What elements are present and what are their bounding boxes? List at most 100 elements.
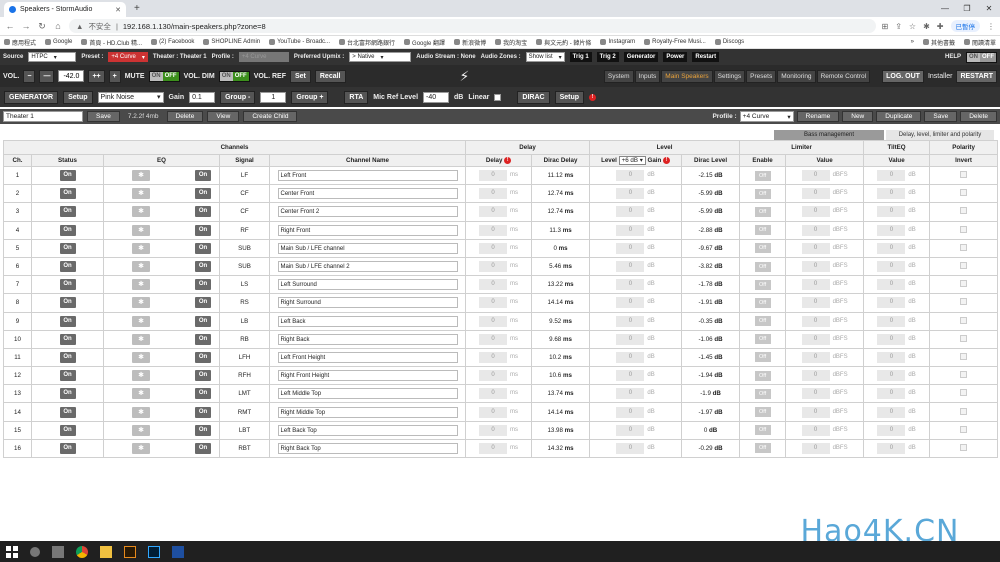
trig1-button[interactable]: Trig 1: [569, 52, 592, 62]
status-on-button[interactable]: On: [59, 406, 76, 418]
mute-toggle[interactable]: ON OFF: [148, 70, 180, 82]
info-icon[interactable]: !: [663, 156, 671, 164]
restart-button[interactable]: RESTART: [956, 69, 997, 83]
dirac-setup-button[interactable]: Setup: [554, 90, 585, 104]
status-on-button[interactable]: On: [59, 170, 76, 182]
bookmark-item[interactable]: 新浪微博: [454, 38, 486, 47]
trig2-button[interactable]: Trig 2: [596, 52, 619, 62]
eq-gear-icon[interactable]: ✱: [132, 206, 150, 218]
limiter-value-input[interactable]: 0: [801, 406, 830, 418]
tilteq-value-input[interactable]: 0: [877, 315, 906, 327]
eq-on-button[interactable]: On: [195, 224, 211, 236]
generator-setup-button[interactable]: Setup: [63, 90, 93, 104]
invert-checkbox[interactable]: [960, 371, 968, 379]
dirac-button[interactable]: DIRAC: [517, 90, 550, 104]
eq-gear-icon[interactable]: ✱: [132, 242, 150, 254]
channel-name-input[interactable]: Left Middle Top: [277, 388, 458, 400]
eq-gear-icon[interactable]: ✱: [132, 388, 150, 400]
eq-gear-icon[interactable]: ✱: [132, 406, 150, 418]
limiter-off-button[interactable]: Off: [754, 370, 771, 381]
eq-gear-icon[interactable]: ✱: [132, 224, 150, 236]
channel-name-input[interactable]: Center Front 2: [277, 206, 458, 218]
group-plus-button[interactable]: Group +: [291, 90, 329, 104]
bookmark-item[interactable]: Discogs: [714, 39, 744, 45]
limiter-value-input[interactable]: 0: [801, 388, 830, 400]
tilteq-value-input[interactable]: 0: [877, 333, 906, 345]
limiter-value-input[interactable]: 0: [801, 242, 830, 254]
reading-list[interactable]: 閱讀清單: [963, 38, 996, 47]
nav-inputs[interactable]: Inputs: [634, 69, 661, 83]
vol-ref-set-button[interactable]: Set: [289, 69, 311, 83]
level-input[interactable]: 0: [616, 261, 645, 273]
delay-input[interactable]: 0: [479, 206, 508, 218]
minimize-icon[interactable]: —: [934, 0, 956, 17]
search-icon[interactable]: [30, 546, 40, 557]
bookmark-item[interactable]: Google 翻譯: [404, 38, 445, 47]
forward-icon[interactable]: →: [21, 21, 31, 31]
level-input[interactable]: 0: [616, 206, 645, 218]
level-input[interactable]: 0: [616, 406, 645, 418]
level-input[interactable]: 0: [616, 442, 645, 454]
eq-on-button[interactable]: On: [195, 261, 211, 273]
mic-ref-input[interactable]: -40: [423, 91, 450, 103]
power-button[interactable]: Power: [663, 52, 688, 62]
eq-gear-icon[interactable]: ✱: [132, 315, 150, 327]
limiter-value-input[interactable]: 0: [801, 442, 830, 454]
invert-checkbox[interactable]: [960, 425, 968, 433]
extension-icon[interactable]: ✱: [923, 22, 930, 31]
nav-remote-control[interactable]: Remote Control: [816, 69, 871, 83]
bridge-icon[interactable]: [124, 545, 136, 558]
bookmark-item[interactable]: 我的淘宝: [495, 38, 527, 47]
limiter-value-input[interactable]: 0: [801, 279, 830, 291]
profile-duplicate-button[interactable]: Duplicate: [876, 111, 922, 122]
chrome-icon[interactable]: [76, 545, 88, 558]
delay-input[interactable]: 0: [479, 370, 508, 382]
delay-input[interactable]: 0: [479, 424, 508, 436]
channel-name-input[interactable]: Right Middle Top: [277, 406, 458, 418]
reload-icon[interactable]: ↻: [37, 21, 47, 32]
profile-new-button[interactable]: New: [842, 111, 874, 122]
bookmark-item[interactable]: Royalty-Free Musi...: [644, 39, 706, 45]
limiter-off-button[interactable]: Off: [754, 352, 771, 363]
eq-on-button[interactable]: On: [195, 188, 211, 200]
nav-main-speakers[interactable]: Main Speakers: [661, 69, 713, 83]
status-on-button[interactable]: On: [59, 388, 76, 400]
close-window-icon[interactable]: ✕: [978, 0, 1000, 17]
limiter-value-input[interactable]: 0: [801, 206, 830, 218]
delay-input[interactable]: 0: [479, 279, 508, 291]
rta-button[interactable]: RTA: [344, 90, 369, 104]
eq-gear-icon[interactable]: ✱: [132, 333, 150, 345]
logout-button[interactable]: LOG. OUT: [882, 69, 924, 83]
level-step-select[interactable]: +6 dB ▾: [618, 156, 646, 165]
group-input[interactable]: 1: [260, 91, 287, 103]
delay-input[interactable]: 0: [479, 388, 508, 400]
level-input[interactable]: 0: [616, 351, 645, 363]
bookmarks-more[interactable]: »: [911, 39, 914, 45]
eq-on-button[interactable]: On: [195, 370, 211, 382]
vol-plus-button[interactable]: +: [108, 69, 121, 83]
file-explorer-icon[interactable]: [100, 545, 112, 558]
eq-gear-icon[interactable]: ✱: [132, 188, 150, 200]
invert-checkbox[interactable]: [960, 189, 968, 197]
eq-on-button[interactable]: On: [195, 424, 211, 436]
theater-view-button[interactable]: View: [207, 111, 240, 122]
limiter-off-button[interactable]: Off: [754, 297, 771, 308]
delay-input[interactable]: 0: [479, 315, 508, 327]
bookmark-item[interactable]: Google: [45, 39, 72, 45]
limiter-off-button[interactable]: Off: [754, 206, 771, 217]
status-on-button[interactable]: On: [59, 424, 76, 436]
eq-on-button[interactable]: On: [195, 170, 211, 182]
profile-button[interactable]: 已暫停: [950, 20, 980, 32]
channel-name-input[interactable]: Main Sub / LFE channel 2: [277, 261, 458, 273]
delay-input[interactable]: 0: [479, 170, 508, 182]
eq-on-button[interactable]: On: [195, 206, 211, 218]
extension-puzzle-icon[interactable]: ✚: [937, 22, 944, 31]
nav-presets[interactable]: Presets: [746, 69, 777, 83]
tilteq-value-input[interactable]: 0: [877, 370, 906, 382]
level-input[interactable]: 0: [616, 370, 645, 382]
invert-checkbox[interactable]: [960, 262, 968, 270]
vol-ref-recall-button[interactable]: Recall: [314, 69, 346, 83]
audio-zones-select[interactable]: Show list ▾: [525, 52, 565, 62]
delay-input[interactable]: 0: [479, 297, 508, 309]
info-icon[interactable]: !: [504, 156, 512, 164]
